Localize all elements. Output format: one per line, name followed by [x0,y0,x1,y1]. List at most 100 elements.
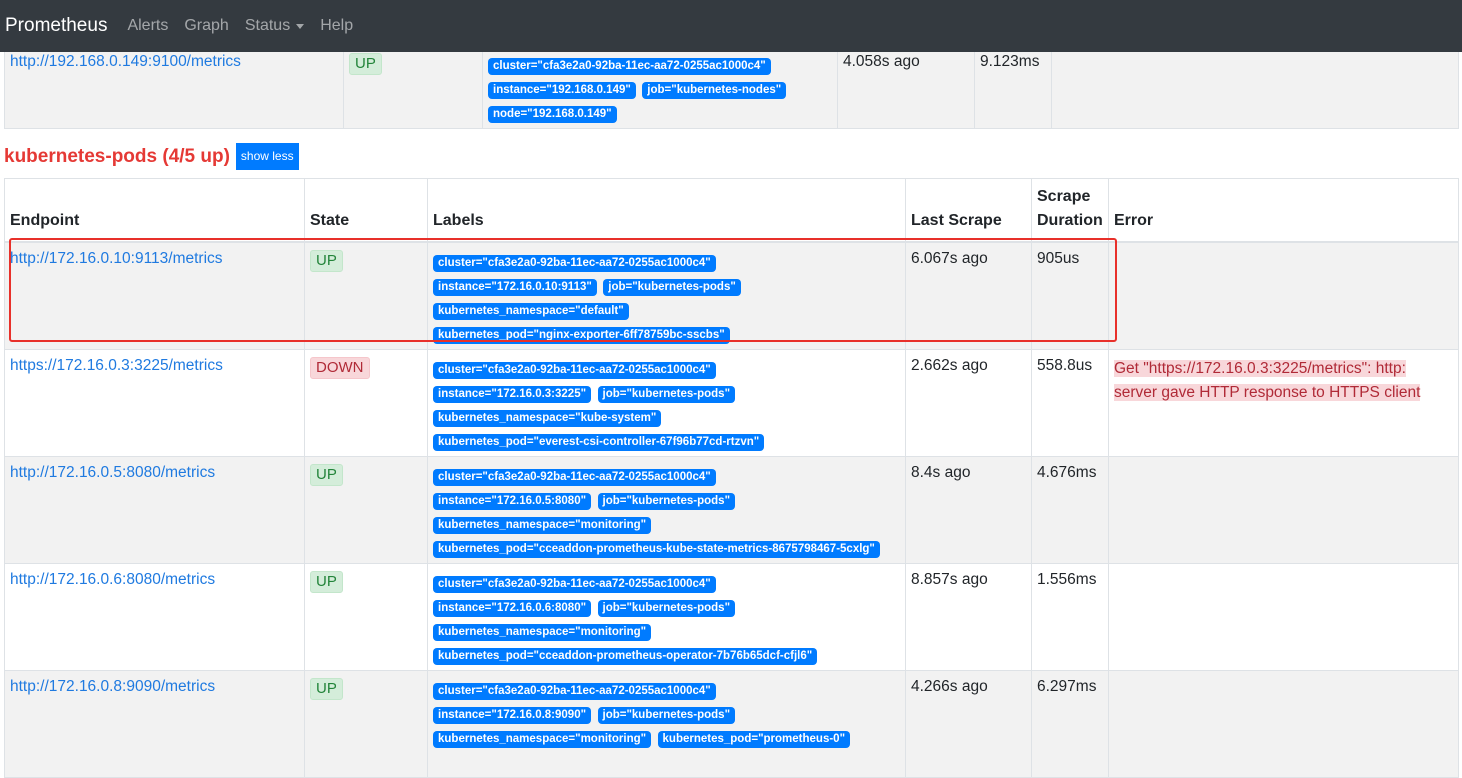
table-row: http://172.16.0.8:9090/metrics UP cluste… [4,670,1459,778]
scrape-duration-cell: 4.676ms [1031,456,1109,564]
labels-cell: cluster="cfa3e2a0-92ba-11ec-aa72-0255ac1… [427,456,906,564]
error-cell [1108,670,1459,778]
label-badge: instance="172.16.0.5:8080" [433,493,592,510]
nav-status-label: Status [244,17,291,34]
endpoint-link[interactable]: http://172.16.0.10:9113/metrics [10,250,223,267]
labels-cell: cluster="cfa3e2a0-92ba-11ec-aa72-0255ac1… [427,563,906,671]
state-badge: UP [310,464,343,486]
labels-cell: cluster="cfa3e2a0-92ba-11ec-aa72-0255ac1… [427,349,906,457]
labels-cell: cluster="cfa3e2a0-92ba-11ec-aa72-0255ac1… [482,48,838,129]
endpoint-link[interactable]: http://172.16.0.6:8080/metrics [10,571,215,588]
endpoint-link[interactable]: http://172.16.0.5:8080/metrics [10,464,215,481]
scrape-duration-cell: 1.556ms [1031,563,1109,671]
table-row: https://172.16.0.3:3225/metrics DOWN clu… [4,349,1459,457]
kubernetes-pods-table: Endpoint State Labels Last Scrape Scrape… [4,178,1459,778]
endpoint-cell: http://172.16.0.10:9113/metrics [4,241,305,350]
state-cell: UP [343,48,483,129]
state-cell: UP [304,241,428,350]
error-cell [1108,456,1459,564]
state-badge: UP [349,53,382,75]
state-badge: DOWN [310,357,370,379]
error-message: Get "https://172.16.0.3:3225/metrics": h… [1114,360,1421,401]
label-badge: kubernetes_namespace="monitoring" [433,517,652,534]
nav-status-dropdown[interactable]: Status [237,17,312,35]
label-badge: job="kubernetes-pods" [597,386,736,403]
header-endpoint: Endpoint [4,178,305,243]
label-badge: job="kubernetes-pods" [597,707,736,724]
header-scrape-duration: Scrape Duration [1031,178,1109,243]
last-scrape-cell: 2.662s ago [905,349,1032,457]
endpoint-cell: https://172.16.0.3:3225/metrics [4,349,305,457]
label-badge: node="192.168.0.149" [488,106,617,123]
show-less-button[interactable]: show less [235,143,299,170]
label-badge: cluster="cfa3e2a0-92ba-11ec-aa72-0255ac1… [433,469,716,486]
label-badge: job="kubernetes-nodes" [642,82,787,99]
nav-alerts[interactable]: Alerts [119,17,176,35]
header-error: Error [1108,178,1459,243]
label-badge: instance="172.16.0.6:8080" [433,600,592,617]
navbar: Prometheus Alerts Graph Status Help [0,0,1462,52]
endpoint-cell: http://172.16.0.5:8080/metrics [4,456,305,564]
error-cell [1108,241,1459,350]
endpoint-link[interactable]: http://172.16.0.8:9090/metrics [10,678,215,695]
label-badge: job="kubernetes-pods" [603,279,741,296]
last-scrape-cell: 8.4s ago [905,456,1032,564]
labels-cell: cluster="cfa3e2a0-92ba-11ec-aa72-0255ac1… [427,670,906,778]
state-cell: DOWN [304,349,428,457]
endpoint-link[interactable]: http://192.168.0.149:9100/metrics [10,53,241,70]
table-row: http://172.16.0.6:8080/metrics UP cluste… [4,563,1459,671]
state-cell: UP [304,563,428,671]
brand-link[interactable]: Prometheus [5,15,107,37]
label-badge: kubernetes_pod="everest-csi-controller-6… [433,434,765,451]
label-badge: kubernetes_namespace="kube-system" [433,410,662,427]
table-header-row: Endpoint State Labels Last Scrape Scrape… [4,178,1459,243]
nav-help[interactable]: Help [312,17,361,35]
label-badge: kubernetes_pod="cceaddon-prometheus-kube… [433,541,880,558]
nav-graph[interactable]: Graph [176,17,236,35]
header-last-scrape: Last Scrape [905,178,1032,243]
endpoint-cell: http://172.16.0.8:9090/metrics [4,670,305,778]
last-scrape-cell: 6.067s ago [905,241,1032,350]
label-badge: instance="172.16.0.10:9113" [433,279,597,296]
scrape-duration-cell: 905us [1031,241,1109,350]
state-cell: UP [304,456,428,564]
state-badge: UP [310,250,343,272]
error-cell [1051,48,1459,129]
scrape-duration-cell: 9.123ms [974,48,1052,129]
last-scrape-cell: 4.058s ago [837,48,975,129]
label-badge: cluster="cfa3e2a0-92ba-11ec-aa72-0255ac1… [433,683,716,700]
state-badge: UP [310,571,343,593]
label-badge: kubernetes_pod="nginx-exporter-6ff78759b… [433,327,730,344]
error-cell [1108,563,1459,671]
scrape-duration-cell: 558.8us [1031,349,1109,457]
label-badge: instance="192.168.0.149" [488,82,636,99]
label-badge: instance="172.16.0.3:3225" [433,386,592,403]
chevron-down-icon [296,23,305,29]
state-cell: UP [304,670,428,778]
state-badge: UP [310,678,343,700]
label-badge: job="kubernetes-pods" [597,493,736,510]
label-badge: instance="172.16.0.8:9090" [433,707,592,724]
scrape-duration-cell: 6.297ms [1031,670,1109,778]
pool-title[interactable]: kubernetes-pods (4/5 up) [4,146,230,168]
error-cell: Get "https://172.16.0.3:3225/metrics": h… [1108,349,1459,457]
labels-cell: cluster="cfa3e2a0-92ba-11ec-aa72-0255ac1… [427,241,906,350]
kubernetes-nodes-table: http://192.168.0.149:9100/metrics UP clu… [4,48,1459,129]
endpoint-cell: http://192.168.0.149:9100/metrics [4,48,344,129]
label-badge: kubernetes_pod="cceaddon-prometheus-oper… [433,648,818,665]
label-badge: kubernetes_namespace="monitoring" [433,731,652,748]
table-row: http://172.16.0.5:8080/metrics UP cluste… [4,456,1459,564]
header-labels: Labels [427,178,906,243]
label-badge: cluster="cfa3e2a0-92ba-11ec-aa72-0255ac1… [433,362,716,379]
label-badge: kubernetes_pod="prometheus-0" [657,731,851,748]
table-row: http://192.168.0.149:9100/metrics UP clu… [4,48,1459,129]
label-badge: cluster="cfa3e2a0-92ba-11ec-aa72-0255ac1… [433,255,716,272]
label-badge: cluster="cfa3e2a0-92ba-11ec-aa72-0255ac1… [433,576,716,593]
label-badge: kubernetes_namespace="default" [433,303,629,320]
last-scrape-cell: 8.857s ago [905,563,1032,671]
header-state: State [304,178,428,243]
label-badge: job="kubernetes-pods" [597,600,736,617]
endpoint-cell: http://172.16.0.6:8080/metrics [4,563,305,671]
last-scrape-cell: 4.266s ago [905,670,1032,778]
endpoint-link[interactable]: https://172.16.0.3:3225/metrics [10,357,223,374]
